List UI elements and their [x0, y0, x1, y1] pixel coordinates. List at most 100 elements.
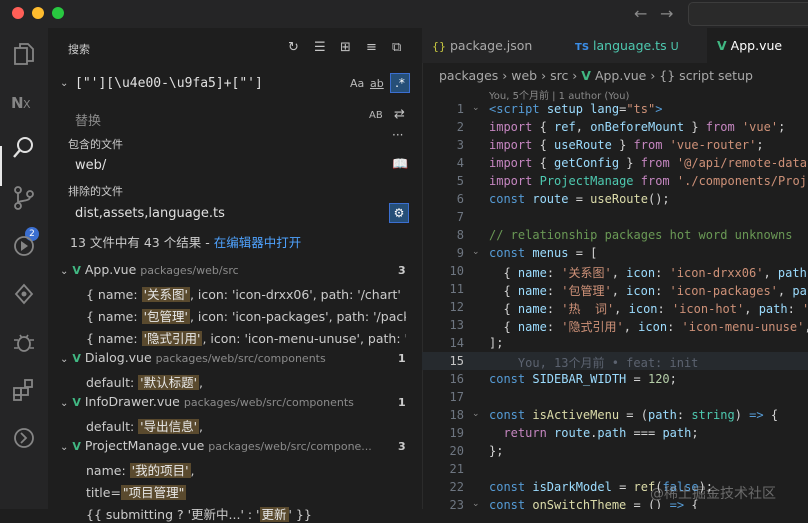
match-highlight: '关系图' [141, 287, 190, 302]
vue-icon: V [72, 440, 81, 453]
command-center[interactable] [688, 2, 808, 26]
breadcrumb-src[interactable]: src [550, 68, 568, 83]
search-query: ["'][\u4e00-\u9fa5]+["'] [75, 76, 263, 91]
result-match-row[interactable]: {{ submitting ? '更新中...' : ' 更新 ' }} [86, 504, 406, 523]
minimize-window-button[interactable] [32, 7, 44, 19]
line-number: 2 [456, 120, 464, 134]
exclude-label: 排除的文件 [68, 185, 123, 198]
replace-all-icon[interactable]: ⇄ [394, 107, 405, 122]
tab-package-json[interactable]: {} package.json [422, 28, 575, 63]
line-number: 4 [456, 156, 464, 170]
line-number: 6 [456, 192, 464, 206]
fold-chevron-icon[interactable]: ⌄ [472, 499, 480, 509]
match-prefix: name: [86, 463, 130, 478]
code-line-1: <script setup lang="ts"> [489, 102, 663, 116]
new-search-editor-icon[interactable]: ⊞ [340, 40, 351, 55]
result-match-row[interactable]: default: '导出信息', [86, 416, 406, 435]
search-panel: 搜索 ↻ ☰ ⊞ ≡ ⧉ ⌄ ["'][\u4e00-\u9fa5]+["'] … [48, 28, 423, 522]
match-suffix: , icon: 'icon-packages', path: '/packag.… [189, 309, 406, 324]
toggle-search-details-icon[interactable]: ··· [392, 128, 403, 142]
chevron-down-icon[interactable]: ⌄ [60, 442, 68, 453]
title-bar: ← → [0, 0, 808, 28]
fold-chevron-icon[interactable]: ⌄ [472, 409, 480, 419]
refresh-icon[interactable]: ↻ [288, 40, 299, 55]
code-editor[interactable]: 1 ⌄ 2 3 4 5 6 7 8 9 ⌄ 10 11 12 13 14 15 16 17 18 ⌄ 19 20 21 22 23… [422, 100, 808, 509]
result-match-row[interactable]: { name: '隐式引用', icon: 'icon-menu-unuse',… [86, 328, 406, 347]
preserve-case-icon[interactable]: AB [369, 110, 383, 121]
result-count-badge: 3 [398, 440, 406, 453]
match-suffix: ' }} [288, 507, 312, 522]
code-line-4: import { getConfig } from '@/api/remote-… [489, 156, 807, 170]
breadcrumb-file[interactable]: App.vue [595, 68, 646, 83]
run-debug-icon[interactable] [10, 232, 38, 260]
vue-icon: V [72, 396, 81, 409]
exclude-input[interactable]: dist,assets,language.ts ⚙ [70, 202, 410, 226]
close-window-button[interactable] [12, 7, 24, 19]
nx-console-icon[interactable]: NⅩ [10, 88, 38, 116]
vue-icon: V [717, 38, 727, 53]
result-file-path: packages/web/src/compone... [208, 440, 372, 453]
code-line-16: const SIDEBAR_WIDTH = 120; [489, 372, 677, 386]
toggle-replace-chevron-icon[interactable]: ⌄ [60, 78, 68, 89]
use-exclude-settings-icon[interactable]: ⚙ [389, 203, 409, 223]
git-graph-icon[interactable] [10, 280, 38, 308]
match-prefix: default: [86, 375, 139, 390]
result-file-row[interactable]: ⌄ V InfoDrawer.vue packages/web/src/comp… [60, 394, 410, 409]
open-in-editor-link[interactable]: 在编辑器中打开 [214, 235, 302, 250]
line-number: 14 [449, 336, 464, 350]
tab-app-vue[interactable]: V App.vue [707, 28, 808, 63]
result-file-row[interactable]: ⌄ V App.vue packages/web/src [60, 262, 410, 277]
replace-placeholder: 替换 [75, 114, 102, 129]
extensions-icon[interactable] [10, 376, 38, 404]
clear-results-icon[interactable]: ☰ [314, 40, 326, 55]
forward-arrow-icon[interactable]: → [660, 4, 673, 23]
result-match-row[interactable]: { name: '包管理', icon: 'icon-packages', pa… [86, 306, 406, 325]
line-number: 18 [449, 408, 464, 422]
result-file-row[interactable]: ⌄ V Dialog.vue packages/web/src/componen… [60, 350, 410, 365]
match-highlight: '默认标题' [138, 375, 200, 390]
explorer-icon[interactable] [10, 40, 38, 68]
result-match-row[interactable]: name: '我的项目', [86, 460, 406, 479]
chevron-down-icon[interactable]: ⌄ [60, 266, 68, 277]
breadcrumb-packages[interactable]: packages [439, 68, 498, 83]
back-arrow-icon[interactable]: ← [634, 4, 647, 23]
breadcrumb-web[interactable]: web [511, 68, 537, 83]
include-input[interactable]: web/ 📖 [70, 154, 410, 178]
result-file-path: packages/web/src/components [183, 396, 354, 409]
debug-icon[interactable] [10, 328, 38, 356]
activity-bar: NⅩ 2 [0, 28, 48, 509]
fold-chevron-icon[interactable]: ⌄ [472, 247, 480, 257]
maximize-window-button[interactable] [52, 7, 64, 19]
tab-language-ts[interactable]: TS language.ts U [565, 28, 715, 63]
code-line-2: import { ref, onBeforeMount } from 'vue'… [489, 120, 786, 134]
result-file-row[interactable]: ⌄ V ProjectManage.vue packages/web/src/c… [60, 438, 410, 453]
collapse-all-icon[interactable]: ⧉ [392, 40, 401, 55]
search-open-editors-icon[interactable]: 📖 [392, 157, 408, 172]
search-icon[interactable] [10, 134, 38, 162]
view-as-tree-icon[interactable]: ≡ [366, 40, 377, 55]
code-line-9: const menus = [ [489, 246, 598, 260]
results-summary: 13 文件中有 43 个结果 - 在编辑器中打开 [70, 232, 301, 251]
match-highlight: "项目管理" [120, 485, 187, 500]
line-number: 15 [449, 354, 464, 368]
match-whole-word-icon[interactable]: ab [370, 77, 384, 90]
fold-chevron-icon[interactable]: ⌄ [472, 103, 480, 113]
line-number: 10 [449, 264, 464, 278]
match-prefix: { name: [86, 331, 142, 346]
match-case-icon[interactable]: Aa [350, 77, 364, 90]
chevron-down-icon[interactable]: ⌄ [60, 398, 68, 409]
code-line-20: }; [489, 444, 504, 458]
result-match-row[interactable]: { name: '关系图', icon: 'icon-drxx06', path… [86, 284, 406, 303]
remote-explorer-icon[interactable] [10, 424, 38, 452]
breadcrumb-symbol[interactable]: {} script setup [659, 68, 753, 83]
result-match-row[interactable]: title= "项目管理" [86, 482, 406, 501]
code-line-3: import { useRoute } from 'vue-router'; [489, 138, 764, 152]
chevron-down-icon[interactable]: ⌄ [60, 354, 68, 365]
result-match-row[interactable]: default: '默认标题', [86, 372, 406, 391]
source-control-icon[interactable] [10, 184, 38, 212]
use-regex-icon[interactable]: .* [390, 73, 410, 93]
svg-text:N: N [11, 94, 24, 112]
replace-input[interactable]: 替换 AB ⇄ [70, 104, 410, 130]
active-view-indicator [0, 146, 2, 186]
search-input[interactable]: ["'][\u4e00-\u9fa5]+["'] Aa ab .* [70, 70, 410, 98]
